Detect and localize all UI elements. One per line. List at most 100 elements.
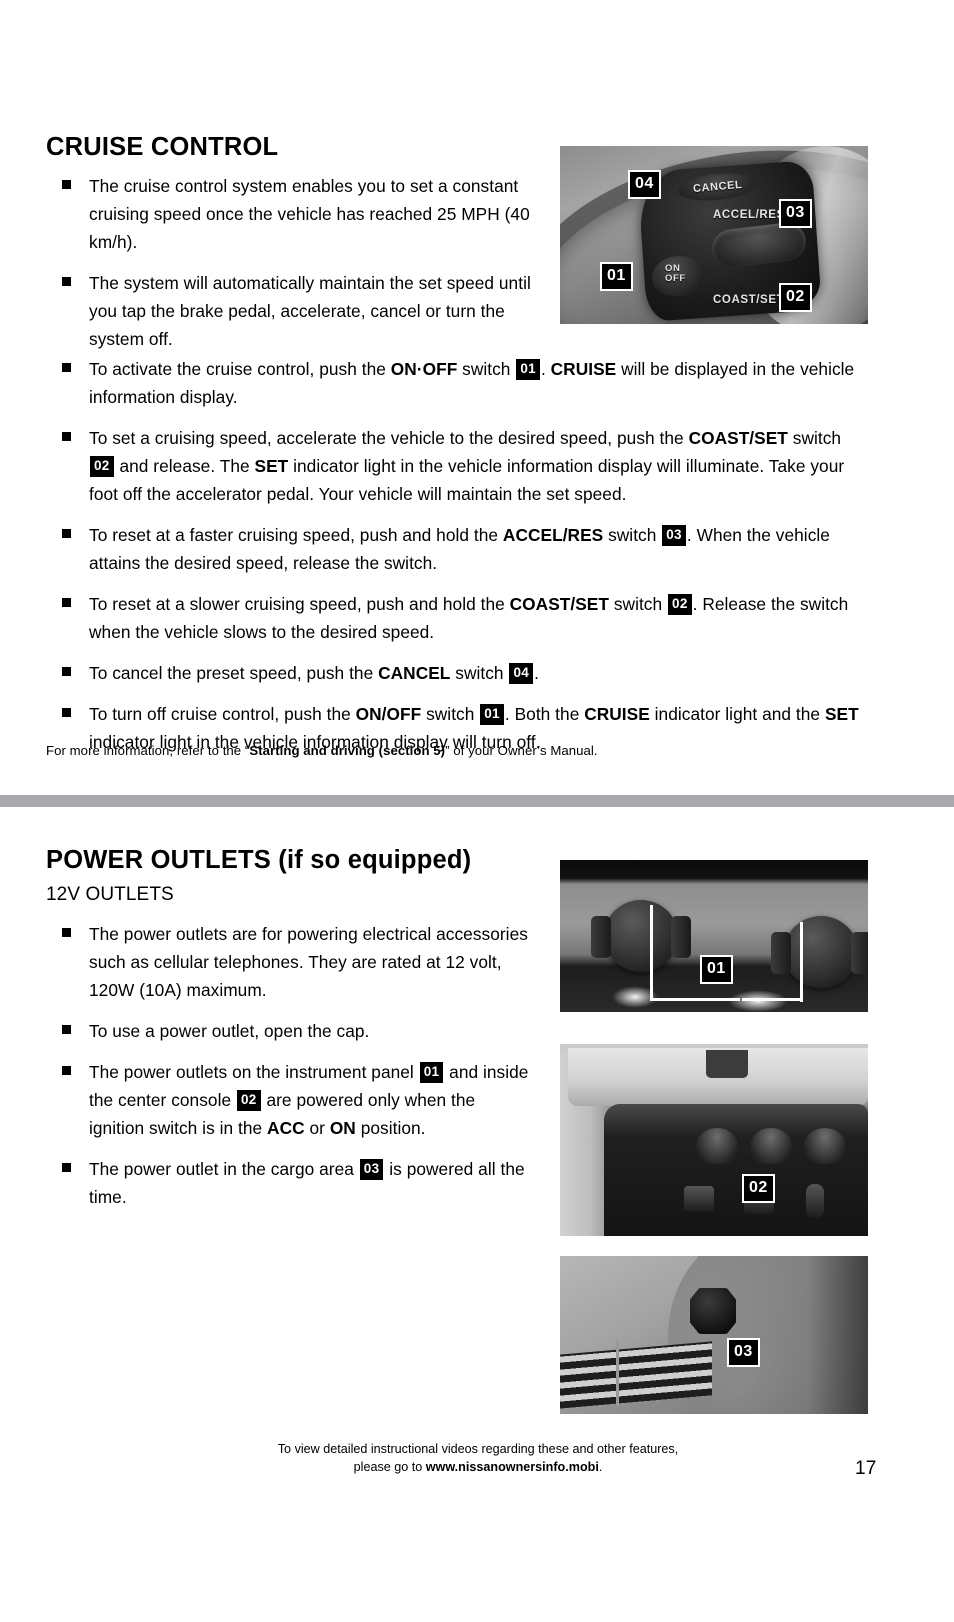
square-bullet-icon (62, 1163, 71, 1173)
bullet-text: To activate the cruise control, push the… (89, 359, 855, 408)
emphasis-text: ACC (267, 1118, 305, 1139)
footer-line-2-prefix: please go to (353, 1460, 426, 1475)
footer-line-2: please go to www.nissanownersinfo.mobi. (180, 1458, 776, 1476)
cruise-control-bullets-upper: The cruise control system enables you to… (62, 172, 532, 366)
callout-chip-03: 03 (662, 525, 686, 546)
emphasis-text: ON·OFF (390, 359, 458, 379)
emphasis-text: ACCEL/RES (502, 525, 604, 546)
leader-line-left (650, 905, 653, 1001)
emphasis-text: ON/OFF (355, 704, 422, 725)
callout-chip-02: 02 (90, 456, 114, 477)
square-bullet-icon (62, 667, 71, 677)
bullet-item: The power outlets are for powering elect… (62, 920, 532, 1004)
console-interior (604, 1104, 868, 1236)
power-outlets-subheading: 12V OUTLETS (46, 884, 174, 905)
page-number: 17 (855, 1458, 877, 1479)
outlet-cap-left (591, 900, 691, 972)
manual-page: CRUISE CONTROL CANCEL ACCEL/RES ON OFF C… (0, 0, 954, 1622)
console-socket-1 (696, 1128, 738, 1164)
console-plug-3 (806, 1184, 824, 1218)
footer-line-1: To view detailed instructional videos re… (277, 1442, 679, 1456)
on-off-label: ON OFF (665, 263, 686, 284)
power-outlets-heading: POWER OUTLETS (if so equipped) (46, 846, 472, 874)
footer-line-2-suffix: . (598, 1460, 603, 1475)
square-bullet-icon (62, 1066, 71, 1076)
bullet-text: The power outlet in the cargo area 03 is… (89, 1159, 525, 1208)
steering-wheel-cruise-switches-photo: CANCEL ACCEL/RES ON OFF COAST/SET (560, 146, 868, 324)
bullet-text: The cruise control system enables you to… (89, 176, 530, 253)
emphasis-text: Starting and driving (section 5) (249, 743, 446, 758)
emphasis-text: SET (824, 704, 859, 725)
callout-chip-01: 01 (516, 359, 540, 380)
photo-callout-02: 02 (779, 283, 812, 312)
emphasis-text: CRUISE (550, 359, 617, 379)
leader-line-right-h (742, 998, 802, 1001)
bullet-text: To reset at a faster cruising speed, pus… (89, 525, 830, 574)
bullet-item: The cruise control system enables you to… (62, 172, 532, 256)
bullet-text: The system will automatically maintain t… (89, 273, 531, 350)
cruise-control-bullets-lower: To activate the cruise control, push the… (62, 355, 862, 769)
leader-line-right (800, 922, 803, 1002)
emphasis-text: CANCEL (378, 663, 451, 684)
console-plug-1 (684, 1186, 714, 1212)
square-bullet-icon (62, 708, 71, 718)
bullet-item: To reset at a slower cruising speed, pus… (62, 590, 862, 646)
power-outlets-bullets: The power outlets are for powering elect… (62, 920, 532, 1224)
bullet-item: The power outlets on the instrument pane… (62, 1058, 532, 1142)
footer-url: www.nissanownersinfo.mobi (425, 1460, 599, 1475)
console-latch (706, 1050, 748, 1078)
cargo-vent-split (616, 1339, 619, 1407)
photo-callout-po-02: 02 (742, 1174, 775, 1203)
bullet-text: To use a power outlet, open the cap. (89, 1021, 370, 1042)
emphasis-text: COAST/SET (688, 428, 788, 449)
photo-callout-po-03: 03 (727, 1338, 760, 1367)
callout-chip-01: 01 (480, 704, 504, 725)
cruise-control-heading: CRUISE CONTROL (46, 133, 279, 161)
square-bullet-icon (62, 928, 71, 937)
center-console-outlet-photo (560, 1044, 868, 1236)
square-bullet-icon (62, 1025, 71, 1035)
photo-callout-01: 01 (600, 262, 633, 291)
bullet-item: To use a power outlet, open the cap. (62, 1017, 532, 1045)
bullet-text: To cancel the preset speed, push the CAN… (89, 663, 539, 684)
bullet-item: To reset at a faster cruising speed, pus… (62, 521, 862, 577)
bullet-item: To activate the cruise control, push the… (62, 355, 862, 411)
bullet-text: The power outlets on the instrument pane… (89, 1062, 529, 1139)
bullet-item: The system will automatically maintain t… (62, 269, 532, 353)
console-socket-3 (804, 1128, 846, 1164)
emphasis-text: COAST/SET (509, 594, 609, 615)
cargo-outlet-cap (690, 1288, 736, 1334)
emphasis-text: SET (254, 456, 289, 477)
bullet-item: To set a cruising speed, accelerate the … (62, 424, 862, 508)
square-bullet-icon (62, 529, 71, 539)
photo-callout-po-01: 01 (700, 955, 733, 984)
photo-callout-03: 03 (779, 199, 812, 228)
outlet-glow-right (728, 990, 788, 1012)
photo-callout-04: 04 (628, 170, 661, 199)
footer-note: To view detailed instructional videos re… (180, 1440, 776, 1477)
square-bullet-icon (62, 277, 71, 287)
callout-chip-02: 02 (236, 1090, 261, 1111)
cargo-dark-edge (808, 1256, 868, 1414)
square-bullet-icon (62, 363, 71, 372)
bullet-item: The power outlet in the cargo area 03 is… (62, 1155, 532, 1211)
coast-set-label: COAST/SET (713, 294, 785, 306)
callout-chip-01: 01 (419, 1062, 444, 1083)
outlet-cap-right (771, 916, 868, 988)
callout-chip-02: 02 (668, 594, 692, 615)
bullet-text: To set a cruising speed, accelerate the … (89, 428, 845, 505)
callout-chip-03: 03 (359, 1159, 384, 1180)
instrument-panel-outlets-photo (560, 860, 868, 1012)
section-divider (0, 795, 954, 807)
emphasis-text: CRUISE (584, 704, 650, 725)
accel-res-label: ACCEL/RES (713, 209, 785, 221)
emphasis-text: ON (329, 1118, 356, 1139)
cruise-control-footnote: For more information, refer to the “Star… (46, 743, 598, 758)
square-bullet-icon (62, 180, 71, 189)
cargo-area-outlet-photo (560, 1256, 868, 1414)
square-bullet-icon (62, 598, 71, 608)
callout-chip-04: 04 (509, 663, 534, 684)
bullet-text: To reset at a slower cruising speed, pus… (89, 594, 849, 643)
bullet-text: The power outlets are for powering elect… (89, 924, 528, 1001)
bullet-item: To cancel the preset speed, push the CAN… (62, 659, 862, 687)
